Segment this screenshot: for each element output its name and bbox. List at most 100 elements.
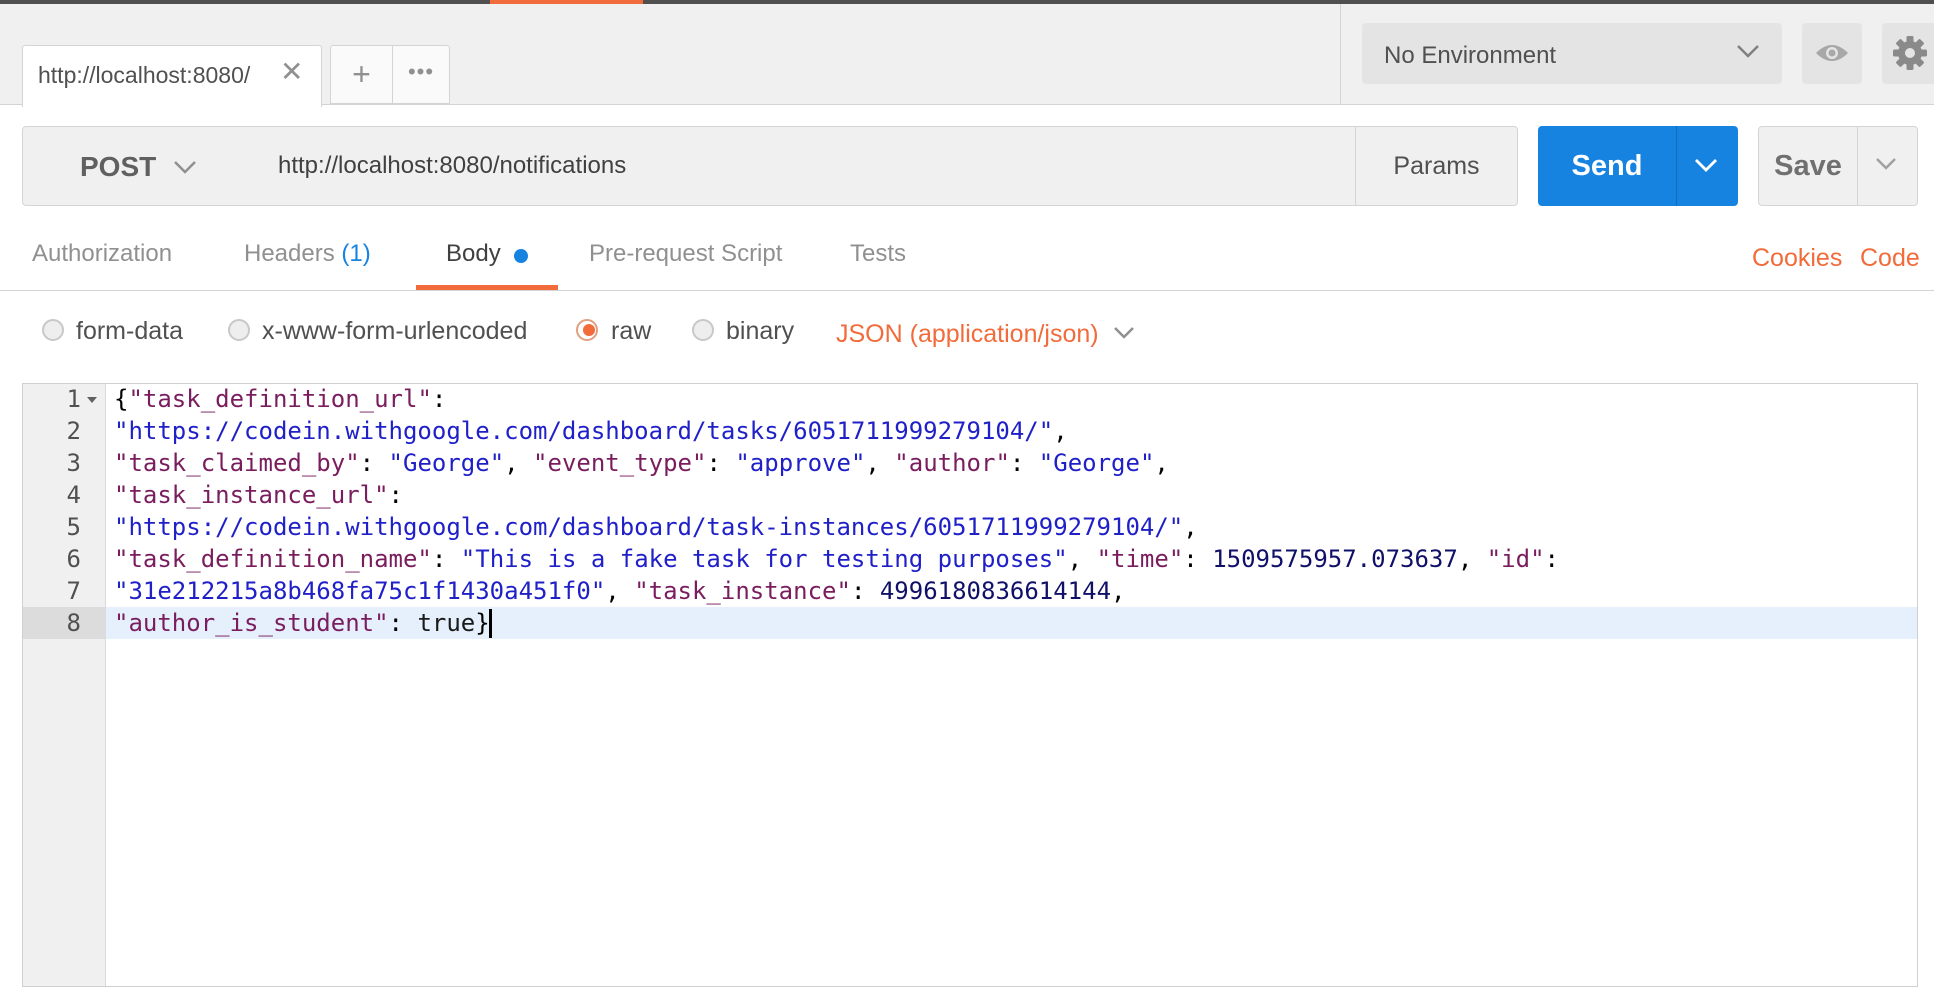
code-line-8: "author_is_student": true} (114, 607, 490, 639)
chevron-down-icon (174, 161, 196, 174)
url-value: http://localhost:8080/notifications (278, 152, 627, 179)
json-key: "task_definition_name" (114, 545, 432, 573)
json-string: "George" (388, 449, 505, 477)
active-tab-indicator (416, 285, 558, 290)
json-string: "George" (1038, 449, 1155, 477)
token: , (1067, 545, 1097, 573)
token: : (1544, 545, 1559, 573)
close-tab-icon[interactable]: ✕ (280, 58, 303, 86)
text-caret (489, 609, 492, 638)
json-key: "task_instance_url" (114, 481, 389, 509)
method-label: POST (80, 151, 157, 182)
token: { (114, 385, 129, 413)
chevron-down-icon[interactable] (1874, 155, 1898, 173)
line-number: 3 (66, 449, 81, 477)
token: , (865, 449, 895, 477)
token: , (1183, 513, 1198, 541)
chevron-down-icon[interactable] (1112, 324, 1136, 342)
tab-authorization[interactable]: Authorization (32, 240, 172, 268)
json-number: 1509575957.073637 (1212, 545, 1458, 573)
cookies-link[interactable]: Cookies (1752, 244, 1842, 273)
gear-icon (1893, 36, 1927, 70)
json-string: "31e212215a8b468fa75c1f1430a451f0" (114, 577, 606, 605)
token: , (1111, 577, 1126, 605)
radio-raw-label[interactable]: raw (611, 317, 651, 346)
body-modified-dot (514, 249, 528, 263)
add-tab-button[interactable]: + (330, 45, 392, 104)
json-key: "id" (1486, 545, 1545, 573)
radio-urlencoded[interactable] (228, 319, 250, 341)
save-button[interactable]: Save (1758, 126, 1858, 206)
token: : (359, 449, 389, 477)
tab-body[interactable]: Body (446, 240, 501, 268)
radio-binary-label[interactable]: binary (726, 317, 794, 346)
token: , (1154, 449, 1169, 477)
line-number: 1 (66, 385, 81, 413)
token: } (475, 609, 490, 637)
json-key: "task_claimed_by" (114, 449, 360, 477)
content-type-select[interactable]: JSON (application/json) (836, 320, 1099, 349)
eye-button[interactable] (1802, 23, 1862, 84)
radio-form-data[interactable] (42, 319, 64, 341)
code-line-6: "task_definition_name": "This is a fake … (114, 543, 1559, 575)
code-line-2: "https://codein.withgoogle.com/dashboard… (114, 415, 1068, 447)
json-boolean: true (417, 609, 476, 637)
token: : (431, 545, 461, 573)
json-string: "approve" (735, 449, 866, 477)
params-button[interactable]: Params (1355, 126, 1518, 206)
radio-form-data-label[interactable]: form-data (76, 317, 183, 346)
code-line-1: {"task_definition_url": (114, 383, 446, 415)
json-string: "This is a fake task for testing purpose… (460, 545, 1068, 573)
chevron-down-icon[interactable] (1693, 155, 1719, 175)
token: : (706, 449, 736, 477)
save-divider (1857, 127, 1858, 205)
line-number: 6 (66, 545, 81, 573)
tab-pre-request-script[interactable]: Pre-request Script (589, 240, 782, 268)
json-key: "time" (1096, 545, 1184, 573)
tab-tests[interactable]: Tests (850, 240, 906, 268)
token: , (504, 449, 534, 477)
json-key: "author_is_student" (114, 609, 389, 637)
json-key: "author" (894, 449, 1010, 477)
token: : (388, 609, 418, 637)
json-number: 4996180836614144 (879, 577, 1112, 605)
line-number: 5 (66, 513, 81, 541)
json-key: "event_type" (533, 449, 707, 477)
line-number: 2 (66, 417, 81, 445)
headers-count-badge: (1) (341, 240, 371, 267)
token: : (1009, 449, 1039, 477)
send-button[interactable]: Send (1538, 126, 1676, 206)
line-number: 4 (66, 481, 81, 509)
chevron-down-icon (1737, 45, 1759, 58)
token: : (850, 577, 880, 605)
token: , (1053, 417, 1068, 445)
radio-selected-dot (583, 324, 595, 336)
radio-urlencoded-label[interactable]: x-www-form-urlencoded (262, 317, 527, 346)
line-number: 7 (66, 577, 81, 605)
send-divider (1676, 126, 1677, 206)
json-string: "https://codein.withgoogle.com/dashboard… (114, 513, 1184, 541)
code-link[interactable]: Code (1860, 244, 1920, 273)
json-string: "https://codein.withgoogle.com/dashboard… (114, 417, 1054, 445)
fold-arrow-icon[interactable] (86, 396, 98, 404)
token: : (431, 385, 447, 413)
settings-button[interactable] (1882, 23, 1934, 84)
request-tab-label: http://localhost:8080/ (38, 62, 251, 88)
token: , (605, 577, 635, 605)
more-tabs-button[interactable]: ••• (392, 45, 450, 104)
line-number: 8 (66, 609, 81, 637)
tabs-divider (0, 290, 1934, 291)
json-key: "task_instance" (634, 577, 851, 605)
tab-headers-label: Headers (244, 240, 335, 267)
json-key: "task_definition_url" (128, 385, 432, 413)
tab-headers[interactable]: Headers (1) (244, 240, 371, 268)
code-line-3: "task_claimed_by": "George", "event_type… (114, 447, 1169, 479)
token: , (1457, 545, 1487, 573)
code-line-7: "31e212215a8b468fa75c1f1430a451f0", "tas… (114, 575, 1125, 607)
eye-icon (1816, 45, 1848, 61)
code-line-4: "task_instance_url": (114, 479, 403, 511)
environment-selected-label: No Environment (1384, 42, 1557, 69)
radio-binary[interactable] (692, 319, 714, 341)
token: : (1183, 545, 1213, 573)
environment-divider (1340, 4, 1341, 104)
